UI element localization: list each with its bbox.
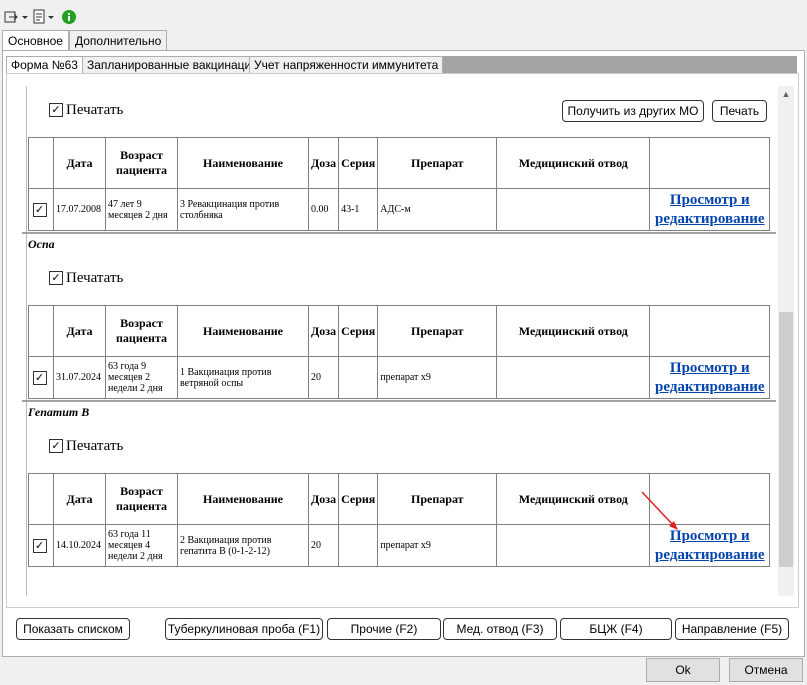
main-tabs: Основное Дополнительно [2,30,168,51]
col-series: Серия [338,305,379,357]
row-series: 43-1 [338,188,379,231]
row-checkbox[interactable]: ✓ [32,370,47,385]
row-name: 3 Ревакцинация против столбняка [177,188,309,231]
vaccination-table: Дата Возраст пациента Наименование Доза … [28,137,771,231]
col-name: Наименование [177,137,309,189]
print-checkbox[interactable]: ✓ [49,439,63,453]
row-series [338,524,379,567]
row-age: 47 лет 9 месяцев 2 дня [105,188,178,231]
medical-withdrawal-button[interactable]: Мед. отвод (F3) [443,618,557,640]
tab-form-63[interactable]: Форма №63 [6,56,83,73]
row-checkbox[interactable]: ✓ [32,538,47,553]
col-series: Серия [338,473,379,525]
bcg-button[interactable]: БЦЖ (F4) [560,618,672,640]
row-medical-withdrawal [496,356,651,399]
col-drug: Препарат [377,137,498,189]
scroll-up-icon[interactable]: ▲ [778,86,794,102]
col-date: Дата [53,305,106,357]
row-series [338,356,379,399]
print-button[interactable]: Печать [712,100,767,122]
scroll-thumb[interactable] [779,312,793,567]
col-age: Возраст пациента [105,305,178,357]
tab-main[interactable]: Основное [2,30,69,51]
cancel-button[interactable]: Отмена [729,658,803,682]
print-checkbox-row[interactable]: ✓ Печатать [49,436,123,456]
print-label: Печатать [66,437,124,454]
other-button[interactable]: Прочие (F2) [327,618,441,640]
print-checkbox[interactable]: ✓ [49,103,63,117]
view-edit-link[interactable]: Просмотр и редактирование [652,359,767,397]
row-dose: 0.00 [307,188,340,231]
referral-button[interactable]: Направление (F5) [675,618,789,640]
annotation-arrow-icon [641,491,678,530]
tab-additional[interactable]: Дополнительно [68,30,168,51]
vaccination-table: Дата Возраст пациента Наименование Доза … [28,305,771,399]
show-list-button[interactable]: Показать списком [16,618,130,640]
col-dose: Доза [307,305,340,357]
col-series: Серия [338,137,379,189]
dropdown-document-icon[interactable] [32,8,56,26]
print-checkbox-row[interactable]: ✓ Печатать [49,100,123,120]
print-checkbox-row[interactable]: ✓ Печатать [49,268,123,288]
sub-tabs: Форма №63 Запланированные вакцинации Уче… [6,56,797,73]
row-dose: 20 [307,524,340,567]
print-label: Печатать [66,269,124,286]
tab-planned-vaccinations[interactable]: Запланированные вакцинации [82,56,263,73]
view-edit-link[interactable]: Просмотр и редактирование [652,191,767,229]
row-medical-withdrawal [496,188,651,231]
col-medical-withdrawal: Медицинский отвод [496,473,651,525]
col-name: Наименование [177,305,309,357]
row-date: 17.07.2008 [53,188,106,231]
print-label: Печатать [66,101,124,118]
section-title: Оспа [28,237,55,251]
print-checkbox[interactable]: ✓ [49,271,63,285]
row-age: 63 года 9 месяцев 2 недели 2 дня [105,356,178,399]
row-date: 31.07.2024 [53,356,106,399]
row-date: 14.10.2024 [53,524,106,567]
col-drug: Препарат [377,473,498,525]
col-dose: Доза [307,137,340,189]
tab-immunity-tension[interactable]: Учет напряженности иммунитета [249,56,444,73]
row-medical-withdrawal [496,524,651,567]
row-age: 63 года 11 месяцев 4 недели 2 дня [105,524,178,567]
row-name: 1 Вакцинация против ветряной оспы [177,356,309,399]
vertical-scrollbar[interactable]: ▲ [778,86,794,596]
col-date: Дата [53,473,106,525]
row-checkbox[interactable]: ✓ [32,202,47,217]
vaccination-content: ✓ Печатать Получить из других МО Печать … [22,86,776,596]
row-drug: препарат х9 [377,356,498,399]
col-age: Возраст пациента [105,137,178,189]
row-name: 2 Вакцинация против гепатита В (0-1-2-12… [177,524,309,567]
col-dose: Доза [307,473,340,525]
col-medical-withdrawal: Медицинский отвод [496,305,651,357]
row-dose: 20 [307,356,340,399]
section-title: Гепатит В [28,405,90,419]
info-icon[interactable] [61,8,77,26]
row-drug: препарат х9 [377,524,498,567]
tuberculin-test-button[interactable]: Туберкулиновая проба (F1) [165,618,323,640]
table-row: ✓ 17.07.2008 47 лет 9 месяцев 2 дня 3 Ре… [28,188,771,231]
col-date: Дата [53,137,106,189]
toolbar [0,0,807,30]
table-row: ✓ 31.07.2024 63 года 9 месяцев 2 недели … [28,356,771,399]
col-medical-withdrawal: Медицинский отвод [496,137,651,189]
col-name: Наименование [177,473,309,525]
get-from-other-mo-button[interactable]: Получить из других МО [562,100,704,122]
ok-button[interactable]: Ok [646,658,720,682]
row-drug: АДС-м [377,188,498,231]
col-age: Возраст пациента [105,473,178,525]
dropdown-export-icon[interactable] [4,8,28,26]
col-drug: Препарат [377,305,498,357]
